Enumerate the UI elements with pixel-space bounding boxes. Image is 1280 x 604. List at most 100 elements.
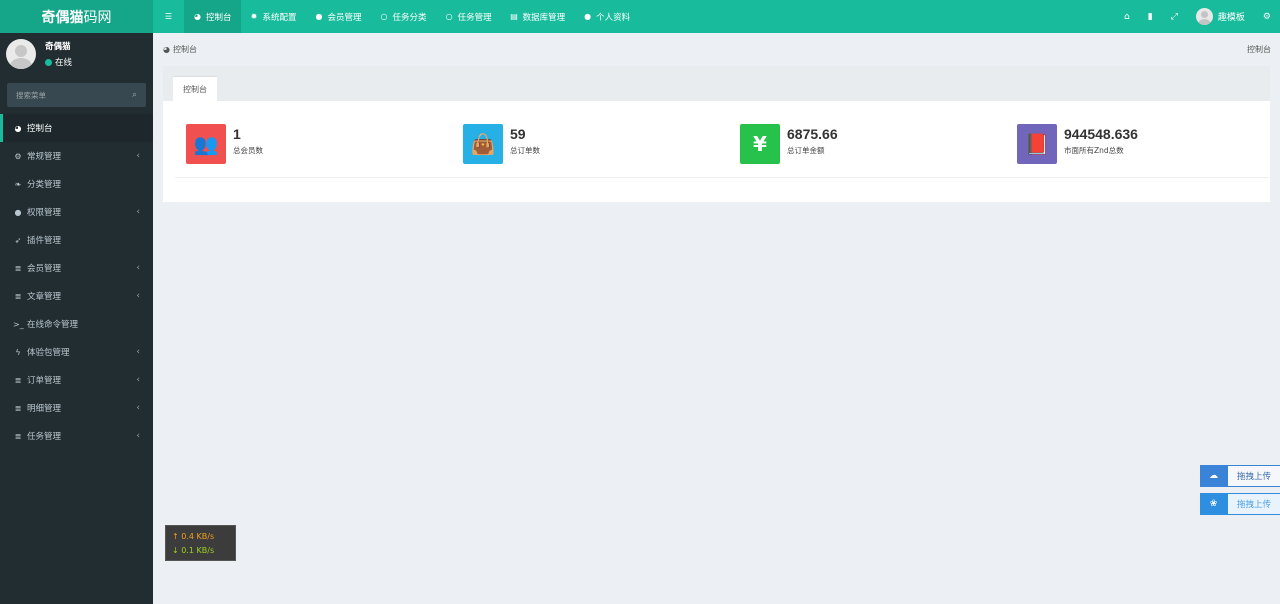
sidebar-item-label: 会员管理: [27, 264, 62, 274]
dashboard-icon: ◕: [194, 12, 201, 21]
stat-label: 总订单金额: [787, 146, 825, 155]
topnav-task-category[interactable]: ○ 任务分类: [371, 0, 436, 33]
top-navbar: 奇偶猫 码网 ☰ ◕ 控制台 ✹ 系统配置 ● 会员管理 ○ 任务分类 ○ 任务管…: [0, 0, 1280, 33]
sidebar-item-order[interactable]: ≣ 订单管理 ‹: [0, 366, 153, 394]
sidebar-item-label: 文章管理: [27, 292, 62, 302]
circle-icon: ○: [380, 12, 388, 21]
baidu-cloud-icon: ❀: [1200, 493, 1227, 515]
topnav-profile[interactable]: ● 个人资料: [574, 0, 639, 33]
database-icon: ▤: [510, 12, 518, 21]
tab-dashboard[interactable]: 控制台: [173, 76, 217, 102]
sidebar-toggle-button[interactable]: ☰: [153, 0, 184, 33]
download-speed: ↓ 0.1 KB/s: [172, 546, 215, 555]
user-status-label: 在线: [55, 58, 73, 68]
chevron-left-icon: ‹: [136, 291, 140, 301]
sidebar-item-label: 插件管理: [27, 236, 62, 246]
book-icon: 📕: [1017, 124, 1057, 164]
home-button[interactable]: ⌂: [1115, 0, 1139, 33]
breadcrumb: ◕ 控制台: [163, 44, 197, 55]
sidebar-item-label: 订单管理: [27, 376, 62, 386]
sidebar-item-label: 控制台: [27, 124, 53, 134]
list-icon: ≣: [14, 263, 22, 273]
user-name: 奇偶猫: [45, 42, 71, 52]
search-icon[interactable]: ⌕: [132, 90, 137, 100]
user-icon: ●: [584, 12, 592, 21]
upload-speed-value: 0.4 KB/s: [181, 532, 215, 541]
sidebar-item-general[interactable]: ⚙ 常规管理 ‹: [0, 142, 153, 170]
upload-speed: ↑ 0.4 KB/s: [172, 532, 215, 541]
topnav-label: 任务分类: [392, 12, 427, 23]
stat-value: 59: [510, 126, 526, 142]
avatar: [1195, 8, 1213, 25]
topnav-label: 任务管理: [457, 12, 492, 23]
sidebar-item-member[interactable]: ≣ 会员管理 ‹: [0, 254, 153, 282]
drag-upload-label: 拖拽上传: [1227, 493, 1280, 515]
sidebar-item-label: 权限管理: [27, 208, 62, 218]
sidebar-item-label: 体验包管理: [27, 348, 70, 358]
sidebar-item-command[interactable]: >_ 在线命令管理: [0, 310, 153, 338]
sidebar-item-trial-package[interactable]: ϟ 体验包管理 ‹: [0, 338, 153, 366]
chevron-left-icon: ‹: [136, 207, 140, 217]
gears-icon: ⚙: [1262, 11, 1271, 22]
dashboard-panel: 控制台 👥 1 总会员数 👜 59 总订单数 ¥ 6875.66 总订单金额 📕…: [163, 66, 1280, 202]
drag-upload-button[interactable]: ☁ 拖拽上传: [1200, 465, 1280, 487]
drag-upload-button[interactable]: ❀ 拖拽上传: [1200, 493, 1280, 515]
list-icon: ≣: [14, 375, 22, 385]
topnav-task-management[interactable]: ○ 任务管理: [436, 0, 501, 33]
chevron-left-icon: ‹: [136, 403, 140, 413]
stat-label: 市面所有Znd总数: [1064, 146, 1124, 155]
stat-total-orders: 👜 59 总订单数: [452, 118, 729, 178]
topnav-database-management[interactable]: ▤ 数据库管理: [501, 0, 575, 33]
logo[interactable]: 奇偶猫 码网: [0, 0, 153, 33]
sidebar-item-task[interactable]: ≣ 任务管理 ‹: [0, 422, 153, 450]
settings-button[interactable]: ⚙: [1254, 0, 1280, 33]
group-icon: ●: [14, 207, 22, 217]
topnav-system-config[interactable]: ✹ 系统配置: [241, 0, 306, 33]
sidebar-item-permission[interactable]: ● 权限管理 ‹: [0, 198, 153, 226]
sidebar-search: ⌕: [7, 83, 146, 107]
search-input[interactable]: [16, 90, 116, 100]
breadcrumb-current[interactable]: 控制台: [173, 44, 197, 55]
fire-icon: ϟ: [15, 347, 21, 357]
main-content: ◕ 控制台 控制台 控制台 👥 1 总会员数 👜 59 总订单数 ¥ 6875.…: [153, 33, 1280, 604]
fullscreen-button[interactable]: ⤢: [1162, 0, 1187, 33]
user-status: 在线: [45, 56, 72, 68]
topnav-label: 控制台: [206, 12, 232, 23]
stat-znd-total: 📕 944548.636 市面所有Znd总数: [1006, 118, 1280, 178]
user-menu[interactable]: 趣模板: [1187, 0, 1254, 33]
hamburger-icon: ☰: [164, 12, 173, 21]
cogs-icon: ⚙: [14, 151, 22, 161]
stat-total-members: 👥 1 总会员数: [175, 118, 452, 178]
stat-total-amount: ¥ 6875.66 总订单金额: [729, 118, 1006, 178]
dashboard-icon: ◕: [163, 44, 170, 54]
download-speed-value: 0.1 KB/s: [181, 546, 215, 555]
yen-icon: ¥: [740, 124, 780, 164]
topnav-label: 系统配置: [262, 12, 297, 23]
sidebar-item-article[interactable]: ≣ 文章管理 ‹: [0, 282, 153, 310]
breadcrumb-right: 控制台: [1247, 44, 1271, 54]
leaf-icon: ❧: [14, 179, 22, 189]
stat-value: 6875.66: [787, 126, 838, 142]
sidebar-item-detail[interactable]: ≣ 明细管理 ‹: [0, 394, 153, 422]
cloud-icon: ☁: [1200, 465, 1227, 487]
topnav-dashboard[interactable]: ◕ 控制台: [184, 0, 241, 33]
stat-value: 1: [233, 126, 241, 142]
stats-row: 👥 1 总会员数 👜 59 总订单数 ¥ 6875.66 总订单金额 📕 944…: [175, 118, 1280, 178]
logo-light: 码网: [83, 9, 112, 26]
topnav-member-management[interactable]: ● 会员管理: [306, 0, 371, 33]
top-nav: ☰ ◕ 控制台 ✹ 系统配置 ● 会员管理 ○ 任务分类 ○ 任务管理 ▤ 数据…: [153, 0, 639, 33]
logo-bold: 奇偶猫: [41, 9, 84, 26]
sidebar-item-plugin[interactable]: ➶ 插件管理: [0, 226, 153, 254]
list-icon: ≣: [14, 431, 22, 441]
dashboard-icon: ◕: [14, 123, 22, 133]
sidebar-item-dashboard[interactable]: ◕ 控制台: [0, 114, 153, 142]
online-dot-icon: [45, 58, 52, 66]
sidebar-item-label: 明细管理: [27, 404, 62, 414]
chevron-left-icon: ‹: [136, 375, 140, 385]
sidebar-item-category[interactable]: ❧ 分类管理: [0, 170, 153, 198]
list-icon: ≣: [14, 403, 22, 413]
clear-cache-button[interactable]: ▮: [1139, 0, 1162, 33]
stat-label: 总会员数: [233, 146, 263, 155]
sidebar-item-label: 任务管理: [27, 432, 62, 442]
avatar: [6, 39, 36, 69]
